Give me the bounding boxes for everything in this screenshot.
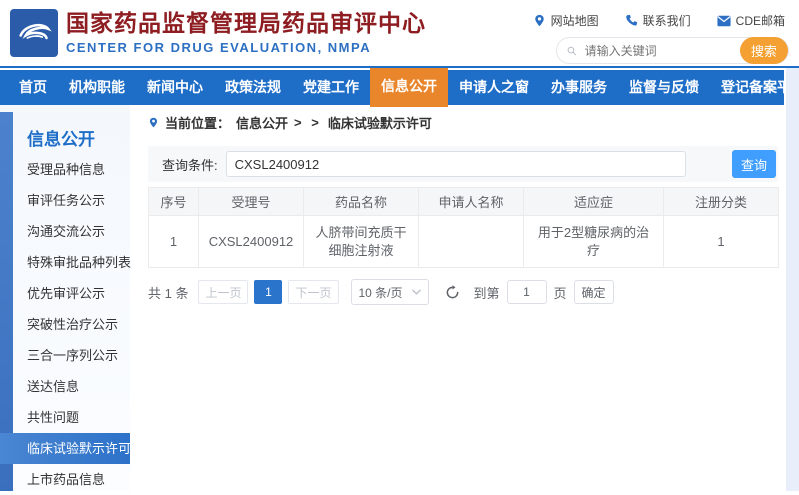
page: 国家药品监督管理局药品审评中心 CENTER FOR DRUG EVALUATI… bbox=[0, 0, 799, 491]
nav-item-news[interactable]: 新闻中心 bbox=[136, 70, 214, 105]
results-table: 序号 受理号 药品名称 申请人名称 适应症 注册分类 1 CXSL2400912… bbox=[148, 187, 779, 268]
breadcrumb: 当前位置： 信息公开 > > 临床试验默示许可 bbox=[148, 112, 778, 132]
search-input[interactable] bbox=[585, 44, 740, 58]
site-header: 国家药品监督管理局药品审评中心 CENTER FOR DRUG EVALUATI… bbox=[0, 0, 799, 68]
sidebar-item-communication[interactable]: 沟通交流公示 bbox=[0, 216, 130, 247]
cell-registration-class: 1 bbox=[664, 216, 779, 268]
site-title: 国家药品监督管理局药品审评中心 bbox=[66, 8, 426, 38]
logo-swoosh-icon bbox=[14, 13, 54, 53]
search-button[interactable]: 搜索 bbox=[740, 37, 788, 64]
cell-applicant bbox=[419, 216, 524, 268]
goto-page-input[interactable] bbox=[507, 280, 547, 304]
cde-logo bbox=[10, 9, 58, 57]
quick-links: 网站地图 联系我们 CDE邮箱 bbox=[533, 12, 785, 29]
query-label: 查询条件: bbox=[162, 155, 218, 174]
sidebar-item-common-issues[interactable]: 共性问题 bbox=[0, 402, 130, 433]
sidebar-item-clinical-trial-implied-license[interactable]: 临床试验默示许可 bbox=[0, 433, 130, 464]
nav-item-info-disclosure[interactable]: 信息公开 bbox=[370, 68, 448, 107]
search-icon bbox=[567, 44, 577, 58]
goto-page-group: 到第 页 确定 bbox=[474, 280, 614, 304]
sidebar-menu: 受理品种信息 审评任务公示 沟通交流公示 特殊审批品种列表 优先审评公示 突破性… bbox=[0, 154, 130, 495]
header-row: 序号 受理号 药品名称 申请人名称 适应症 注册分类 bbox=[149, 188, 779, 216]
next-page-button[interactable]: 下一页 bbox=[288, 280, 338, 304]
refresh-button[interactable] bbox=[445, 285, 460, 300]
breadcrumb-current: 临床试验默示许可 bbox=[328, 113, 432, 132]
nav-item-supervision[interactable]: 监督与反馈 bbox=[618, 70, 710, 105]
nav-item-services[interactable]: 办事服务 bbox=[540, 70, 618, 105]
sidebar-item-priority-review[interactable]: 优先审评公示 bbox=[0, 278, 130, 309]
breadcrumb-separator: > > bbox=[294, 115, 322, 130]
sidebar-item-special-approval[interactable]: 特殊审批品种列表 bbox=[0, 247, 130, 278]
page-size-value: 10 条/页 bbox=[359, 284, 403, 301]
col-header-indication: 适应症 bbox=[524, 188, 664, 216]
col-header-registration-class: 注册分类 bbox=[664, 188, 779, 216]
site-search: 搜索 bbox=[556, 37, 789, 64]
nav-item-home[interactable]: 首页 bbox=[8, 70, 58, 105]
sidebar-item-accepted-varieties[interactable]: 受理品种信息 bbox=[0, 154, 130, 185]
results-table-body: 1 CXSL2400912 人脐带间充质干细胞注射液 用于2型糖尿病的治疗 1 bbox=[149, 216, 779, 268]
table-row: 1 CXSL2400912 人脐带间充质干细胞注射液 用于2型糖尿病的治疗 1 bbox=[149, 216, 779, 268]
cell-drug-name: 人脐带间充质干细胞注射液 bbox=[304, 216, 419, 268]
col-header-applicant: 申请人名称 bbox=[419, 188, 524, 216]
refresh-icon bbox=[445, 285, 460, 300]
sidebar: 信息公开 受理品种信息 审评任务公示 沟通交流公示 特殊审批品种列表 优先审评公… bbox=[0, 105, 130, 491]
nav-item-applicant-window[interactable]: 申请人之窗 bbox=[448, 70, 540, 105]
sidebar-item-review-tasks[interactable]: 审评任务公示 bbox=[0, 185, 130, 216]
nav-item-policies[interactable]: 政策法规 bbox=[214, 70, 292, 105]
right-edge-strip bbox=[786, 68, 799, 491]
breadcrumb-section[interactable]: 信息公开 bbox=[236, 113, 288, 132]
phone-icon bbox=[625, 14, 638, 27]
page-size-select[interactable]: 10 条/页 bbox=[351, 279, 429, 305]
goto-label: 到第 bbox=[474, 283, 500, 302]
pagination-total: 共 1 条 bbox=[148, 283, 188, 302]
sidebar-item-marketed-drugs[interactable]: 上市药品信息 bbox=[0, 464, 130, 495]
location-pin-icon bbox=[533, 14, 546, 27]
site-subtitle: CENTER FOR DRUG EVALUATION, NMPA bbox=[66, 40, 426, 55]
pagination: 共 1 条 上一页 1 下一页 10 条/页 到第 页 确定 bbox=[148, 279, 778, 305]
nav-item-functions[interactable]: 机构职能 bbox=[58, 70, 136, 105]
col-header-drug-name: 药品名称 bbox=[304, 188, 419, 216]
brand-block: 国家药品监督管理局药品审评中心 CENTER FOR DRUG EVALUATI… bbox=[66, 8, 426, 55]
contact-label: 联系我们 bbox=[643, 12, 691, 29]
col-header-seq: 序号 bbox=[149, 188, 199, 216]
query-button[interactable]: 查询 bbox=[732, 150, 776, 178]
main-nav: 首页 机构职能 新闻中心 政策法规 党建工作 信息公开 申请人之窗 办事服务 监… bbox=[0, 70, 784, 105]
goto-unit: 页 bbox=[554, 283, 567, 302]
col-header-acceptance-no: 受理号 bbox=[199, 188, 304, 216]
breadcrumb-prefix: 当前位置： bbox=[165, 113, 230, 132]
prev-page-button[interactable]: 上一页 bbox=[198, 280, 248, 304]
chevron-down-icon bbox=[412, 289, 421, 295]
mailbox-label: CDE邮箱 bbox=[736, 12, 785, 29]
envelope-icon bbox=[717, 15, 731, 27]
mailbox-link[interactable]: CDE邮箱 bbox=[717, 12, 785, 29]
cell-acceptance-no: CXSL2400912 bbox=[199, 216, 304, 268]
location-pin-icon bbox=[148, 116, 159, 129]
sitemap-link[interactable]: 网站地图 bbox=[533, 12, 599, 29]
results-table-head: 序号 受理号 药品名称 申请人名称 适应症 注册分类 bbox=[149, 188, 779, 216]
query-input[interactable] bbox=[226, 151, 686, 177]
page-number-button[interactable]: 1 bbox=[254, 280, 282, 304]
goto-confirm-button[interactable]: 确定 bbox=[574, 280, 614, 304]
query-panel: 查询条件: 查询 bbox=[148, 146, 778, 182]
nav-item-party[interactable]: 党建工作 bbox=[292, 70, 370, 105]
main-content: 当前位置： 信息公开 > > 临床试验默示许可 查询条件: 查询 序号 受理号 药… bbox=[148, 112, 778, 305]
sidebar-item-breakthrough-therapy[interactable]: 突破性治疗公示 bbox=[0, 309, 130, 340]
sidebar-item-delivery-info[interactable]: 送达信息 bbox=[0, 371, 130, 402]
cell-seq: 1 bbox=[149, 216, 199, 268]
sidebar-item-three-in-one[interactable]: 三合一序列公示 bbox=[0, 340, 130, 371]
sidebar-title: 信息公开 bbox=[27, 125, 95, 150]
cell-indication: 用于2型糖尿病的治疗 bbox=[524, 216, 664, 268]
contact-link[interactable]: 联系我们 bbox=[625, 12, 691, 29]
sitemap-label: 网站地图 bbox=[551, 12, 599, 29]
